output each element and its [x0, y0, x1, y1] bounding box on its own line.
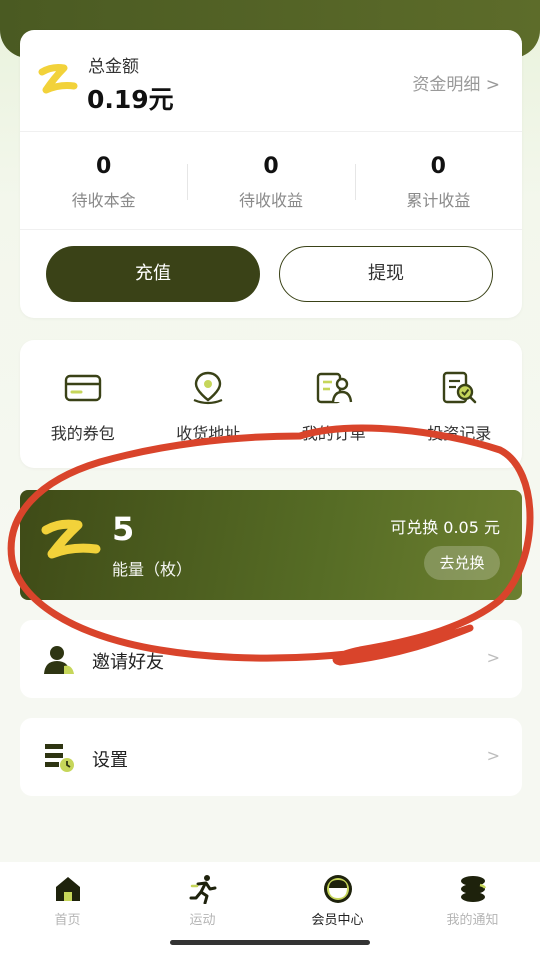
home-icon: [55, 877, 80, 901]
balance-header: 总金额 0.19元 资金明细 >: [20, 30, 522, 132]
menu-item-coupons[interactable]: 我的券包: [20, 340, 146, 468]
balance-label: 总金额: [88, 57, 139, 77]
location-pin-icon: [193, 371, 223, 405]
withdraw-button[interactable]: 提现: [279, 246, 493, 302]
stat-label: 累计收益: [406, 191, 471, 210]
menu-item-orders[interactable]: 我的订单: [271, 340, 397, 468]
row-label: 设置: [92, 750, 128, 771]
settings-list-icon: [45, 744, 74, 772]
recharge-button[interactable]: 充值: [46, 246, 260, 302]
exchange-button[interactable]: 去兑换: [424, 546, 500, 580]
person-icon: [44, 646, 74, 674]
menu-label: 我的订单: [301, 424, 366, 443]
stat-pending-earnings: 0 待收收益: [187, 132, 354, 229]
stat-total-earnings: 0 累计收益: [354, 132, 522, 229]
row-label: 邀请好友: [92, 652, 164, 673]
quick-menu: 我的券包 收货地址 我的订单 投资记录: [20, 340, 522, 468]
wallet-card-icon: [64, 374, 101, 402]
fund-detail-link[interactable]: 资金明细 >: [412, 70, 500, 95]
brand-logo-icon: [38, 64, 78, 94]
energy-logo-icon: [41, 519, 101, 559]
energy-value: 5: [112, 510, 135, 548]
tab-label: 会员中心: [311, 913, 364, 928]
tab-notifications[interactable]: 我的通知: [405, 862, 540, 956]
running-icon: [189, 875, 216, 904]
stat-value: 0: [430, 154, 446, 179]
invite-friends-row[interactable]: 邀请好友 >: [20, 620, 522, 698]
tab-label: 首页: [54, 913, 81, 928]
tab-label: 运动: [189, 913, 216, 928]
stat-label: 待收本金: [71, 191, 136, 210]
member-icon: [323, 875, 352, 903]
document-search-icon: [443, 371, 477, 404]
settings-row[interactable]: 设置 >: [20, 718, 522, 796]
exchange-amount: 可兑换 0.05 元: [390, 518, 500, 537]
menu-label: 我的券包: [50, 424, 115, 443]
menu-item-address[interactable]: 收货地址: [146, 340, 272, 468]
balance-amount: 0.19元: [87, 85, 174, 114]
stat-value: 0: [96, 154, 112, 179]
balance-card: 总金额 0.19元 资金明细 > 0 待收本金 0 待收收益 0 累计收益 充值…: [20, 30, 522, 318]
balance-stats: 0 待收本金 0 待收收益 0 累计收益: [20, 132, 522, 230]
energy-label: 能量（枚）: [112, 560, 193, 579]
order-person-icon: [316, 372, 352, 404]
tab-home[interactable]: 首页: [0, 862, 135, 956]
menu-item-investment-records[interactable]: 投资记录: [397, 340, 523, 468]
stack-icon: [460, 876, 486, 902]
home-indicator[interactable]: [170, 940, 370, 945]
energy-card: 5 能量（枚） 可兑换 0.05 元 去兑换: [20, 490, 522, 600]
menu-label: 收货地址: [176, 424, 241, 443]
chevron-right-icon: >: [486, 648, 500, 667]
chevron-right-icon: >: [486, 746, 500, 765]
tab-label: 我的通知: [446, 913, 499, 928]
menu-label: 投资记录: [427, 424, 492, 443]
stat-value: 0: [263, 154, 279, 179]
stat-label: 待收收益: [238, 191, 303, 210]
stat-pending-principal: 0 待收本金: [20, 132, 187, 229]
